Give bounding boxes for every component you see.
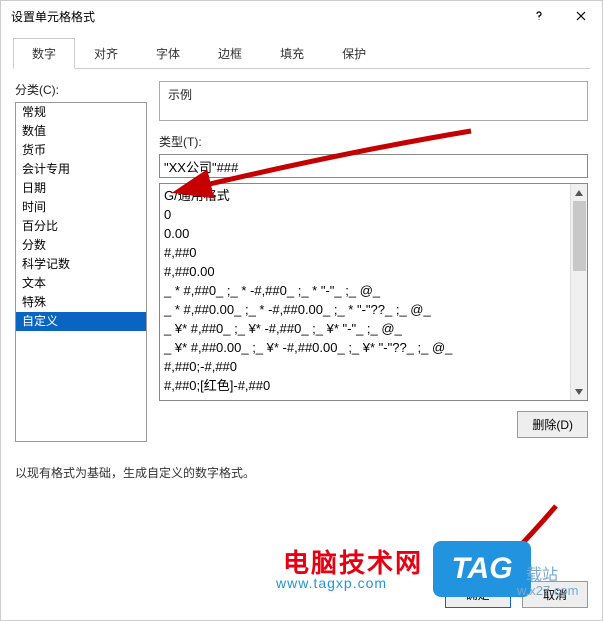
description-text: 以现有格式为基础，生成自定义的数字格式。 [15,464,588,481]
tab-5[interactable]: 保护 [323,38,385,69]
category-item[interactable]: 分数 [16,236,146,255]
format-item[interactable]: _ * #,##0_ ;_ * -#,##0_ ;_ * "-"_ ;_ @_ [164,281,566,300]
titlebar: 设置单元格格式 [1,1,602,31]
type-label: 类型(T): [159,133,588,150]
category-item[interactable]: 科学记数 [16,255,146,274]
format-item[interactable]: 0 [164,205,566,224]
dialog-title: 设置单元格格式 [11,8,95,25]
scrollbar[interactable] [570,184,587,400]
tab-2[interactable]: 字体 [137,38,199,69]
scroll-thumb[interactable] [573,201,586,271]
format-list[interactable]: G/通用格式00.00#,##0#,##0.00_ * #,##0_ ;_ * … [159,183,588,401]
format-item[interactable]: #,##0;[红色]-#,##0 [164,376,566,395]
category-item[interactable]: 特殊 [16,293,146,312]
format-item[interactable]: _ * #,##0.00_ ;_ * -#,##0.00_ ;_ * "-"??… [164,300,566,319]
format-item[interactable]: G/通用格式 [164,186,566,205]
category-item[interactable]: 数值 [16,122,146,141]
tab-0[interactable]: 数字 [13,38,75,69]
format-item[interactable]: #,##0;-#,##0 [164,357,566,376]
format-item[interactable]: #,##0.00 [164,262,566,281]
category-item[interactable]: 会计专用 [16,160,146,179]
watermark-url: www.tagxp.com [276,575,387,591]
category-item[interactable]: 时间 [16,198,146,217]
sample-label: 示例 [168,88,192,102]
format-item[interactable]: #,##0.00;-#,##0.00 [164,395,566,400]
format-item[interactable]: 0.00 [164,224,566,243]
delete-button[interactable]: 删除(D) [517,411,588,438]
help-button[interactable] [518,1,560,31]
category-list[interactable]: 常规数值货币会计专用日期时间百分比分数科学记数文本特殊自定义 [15,102,147,442]
category-item[interactable]: 常规 [16,103,146,122]
scroll-up-icon[interactable] [571,184,587,201]
tab-4[interactable]: 填充 [261,38,323,69]
category-item[interactable]: 自定义 [16,312,146,331]
format-item[interactable]: #,##0 [164,243,566,262]
tab-strip: 数字对齐字体边框填充保护 [13,37,590,69]
category-label: 分类(C): [15,81,147,98]
scroll-down-icon[interactable] [571,383,587,400]
scroll-track[interactable] [571,201,587,383]
watermark-text-2: 载站 [526,561,558,585]
tab-1[interactable]: 对齐 [75,38,137,69]
category-item[interactable]: 货币 [16,141,146,160]
category-item[interactable]: 日期 [16,179,146,198]
close-button[interactable] [560,1,602,31]
format-item[interactable]: _ ¥* #,##0.00_ ;_ ¥* -#,##0.00_ ;_ ¥* "-… [164,338,566,357]
category-item[interactable]: 百分比 [16,217,146,236]
tab-3[interactable]: 边框 [199,38,261,69]
sample-box: 示例 [159,81,588,121]
category-item[interactable]: 文本 [16,274,146,293]
type-input[interactable] [159,154,588,178]
watermark-url-2: w.x27.com [517,583,578,598]
format-item[interactable]: _ ¥* #,##0_ ;_ ¥* -#,##0_ ;_ ¥* "-"_ ;_ … [164,319,566,338]
format-cells-dialog: 设置单元格格式 数字对齐字体边框填充保护 分类(C): 常规数值货币会计专用日期… [0,0,603,621]
